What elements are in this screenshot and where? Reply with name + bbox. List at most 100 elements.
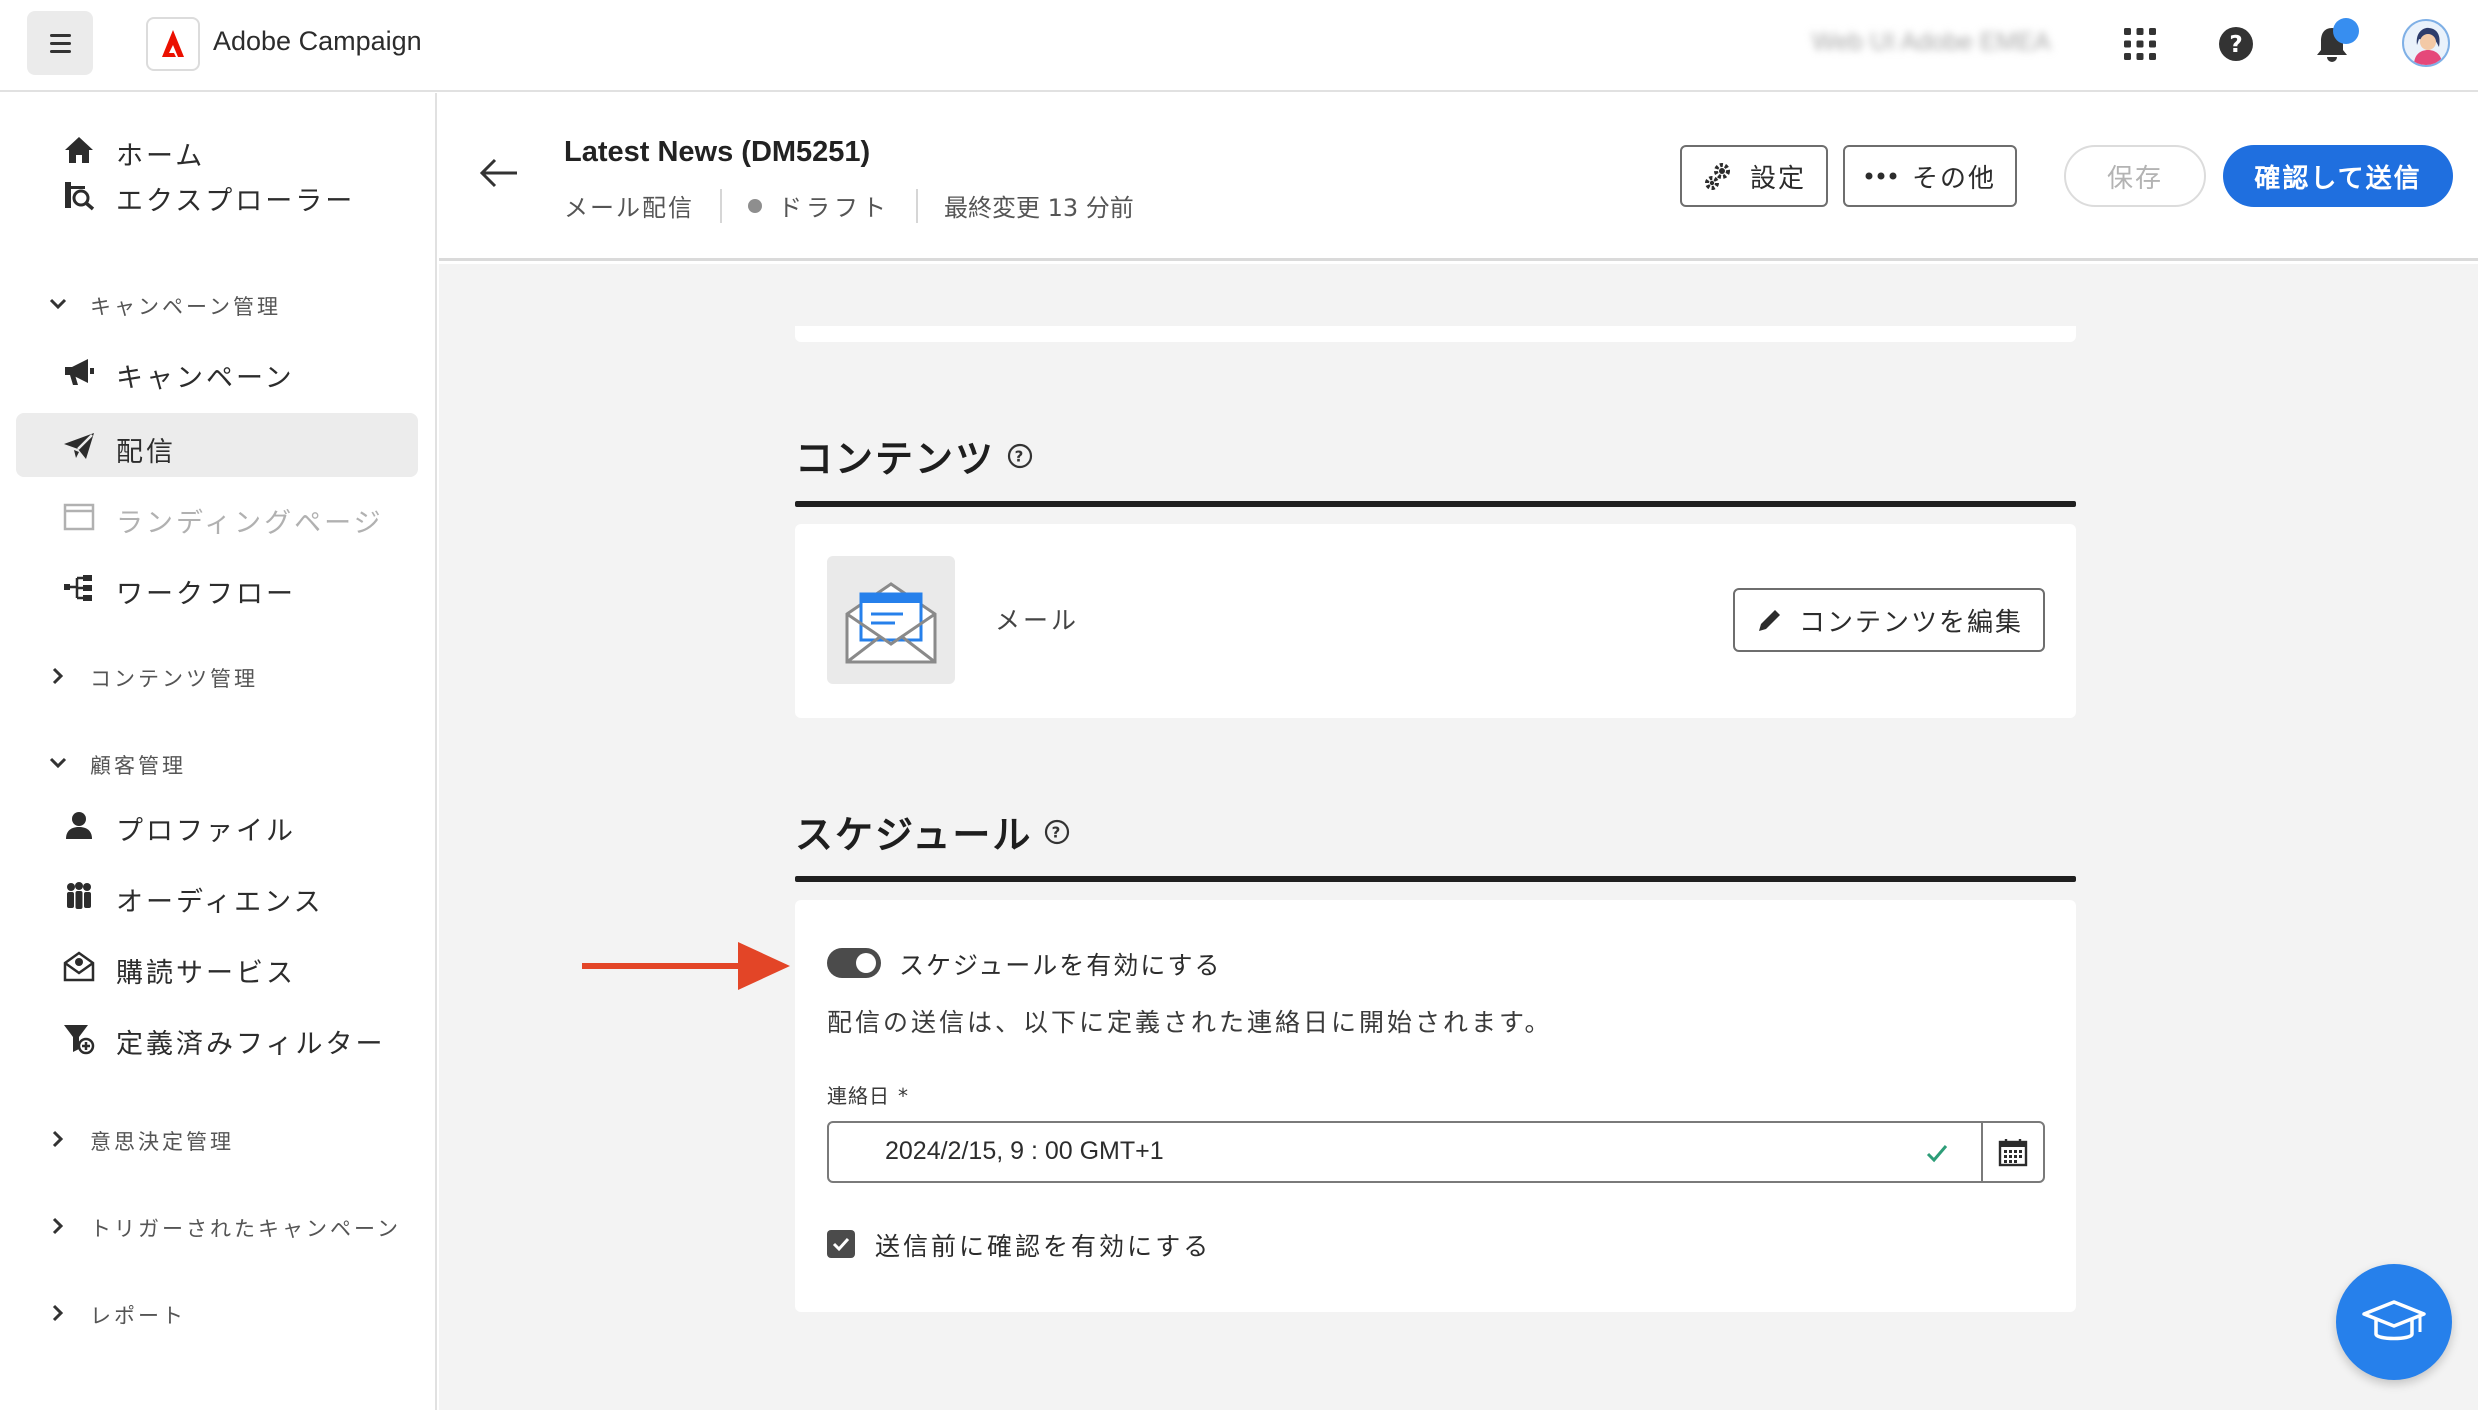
chevron-right-icon — [52, 1130, 64, 1148]
pencil-icon — [1758, 610, 1780, 631]
org-switcher[interactable]: Web UI Adobe EMEA — [1812, 28, 2051, 57]
confirm-before-send-label: 送信前に確認を有効にする — [875, 1232, 1212, 1261]
group-customer-management[interactable]: 顧客管理 — [46, 741, 426, 781]
settings-label: 設定 — [1749, 163, 1806, 194]
group-triggered-campaigns[interactable]: トリガーされたキャンペーン — [46, 1204, 426, 1244]
sidebar-item-label: エクスプローラー — [116, 186, 356, 217]
chevron-right-icon — [52, 1304, 64, 1322]
email-icon — [827, 556, 955, 684]
help-icon[interactable]: ? — [2212, 20, 2260, 68]
edit-content-label: コンテンツを編集 — [1798, 607, 2023, 638]
sidebar-item-label: キャンペーン — [116, 363, 295, 394]
explorer-icon — [65, 182, 95, 211]
notification-badge — [2333, 18, 2359, 44]
more-label: その他 — [1911, 163, 1996, 194]
content-card: メール コンテンツを編集 — [795, 524, 2076, 718]
chevron-down-icon — [49, 757, 67, 769]
user-avatar-icon[interactable] — [2402, 19, 2450, 67]
graduation-cap-icon — [2362, 1300, 2426, 1341]
group-label: トリガーされたキャンペーン — [90, 1217, 401, 1241]
group-content-management[interactable]: コンテンツ管理 — [46, 654, 426, 694]
contact-date-value: 2024/2/15, 9 : 00 GMT+1 — [885, 1137, 1164, 1165]
calendar-icon — [1998, 1139, 2028, 1167]
help-icon[interactable]: ? — [1007, 443, 1033, 469]
hamburger-icon[interactable] — [27, 11, 93, 75]
gears-icon — [1704, 163, 1730, 190]
adobe-logo-icon[interactable] — [146, 17, 200, 71]
schedule-toggle[interactable] — [827, 948, 881, 978]
more-button[interactable]: その他 — [1843, 145, 2017, 207]
send-icon — [64, 433, 94, 459]
settings-button[interactable]: 設定 — [1680, 145, 1828, 207]
group-label: コンテンツ管理 — [90, 667, 258, 691]
delivery-header: Latest News (DM5251) メール配信 ドラフト 最終変更 13 … — [439, 93, 2478, 261]
schedule-toggle-label: スケジュールを有効にする — [899, 951, 1222, 980]
app-grid-icon[interactable] — [2116, 20, 2164, 68]
svg-text:?: ? — [1015, 447, 1026, 465]
learn-button[interactable] — [2336, 1264, 2452, 1380]
chevron-right-icon — [52, 1217, 64, 1235]
sidebar-item-campaign[interactable]: キャンペーン — [16, 339, 418, 403]
checkmark-icon — [1926, 1145, 1948, 1163]
sidebar-item-audience[interactable]: オーディエンス — [16, 863, 418, 927]
calendar-button[interactable] — [1981, 1123, 2043, 1181]
group-reports[interactable]: レポート — [46, 1291, 426, 1331]
check-icon — [832, 1237, 850, 1252]
required-marker: * — [898, 1084, 909, 1108]
divider — [720, 188, 722, 223]
channel-label: メール配信 — [564, 194, 694, 222]
sidebar: ホーム エクスプローラー キャンペーン管理 キャンペーン 配信 ランディングペー… — [0, 93, 437, 1410]
save-button[interactable]: 保存 — [2064, 145, 2206, 207]
annotation-arrow — [582, 942, 790, 990]
sidebar-item-label: 配信 — [116, 437, 176, 468]
contact-date-label-text: 連絡日 — [827, 1084, 890, 1108]
landing-page-icon — [63, 503, 95, 531]
main-content: コンテンツ ? メール コンテンツを編集 スケジュール ? スケジュールを有効に… — [439, 264, 2478, 1410]
sidebar-item-label: ワークフロー — [116, 579, 296, 610]
edit-content-button[interactable]: コンテンツを編集 — [1733, 588, 2045, 652]
channel-type-label: メール — [995, 606, 1080, 635]
content-section-title: コンテンツ ? — [795, 428, 1033, 483]
sidebar-item-label: 定義済みフィルター — [116, 1029, 386, 1060]
filter-icon — [64, 1025, 95, 1055]
contact-date-label: 連絡日 * — [827, 1080, 909, 1109]
review-and-send-button[interactable]: 確認して送信 — [2223, 145, 2453, 207]
group-campaign-management[interactable]: キャンペーン管理 — [46, 282, 426, 322]
profile-icon — [66, 812, 92, 839]
previous-card — [795, 326, 2076, 342]
group-label: 顧客管理 — [90, 754, 186, 778]
schedule-description: 配信の送信は、以下に定義された連絡日に開始されます。 — [827, 1008, 1553, 1037]
schedule-section-title: スケジュール ? — [795, 804, 1070, 859]
section-divider — [795, 876, 2076, 882]
group-label: キャンペーン管理 — [90, 295, 281, 319]
sidebar-item-explorer[interactable]: エクスプローラー — [16, 162, 418, 226]
sidebar-item-subscription[interactable]: 購読サービス — [16, 934, 418, 998]
megaphone-icon — [65, 359, 94, 385]
sidebar-item-label: ランディングページ — [116, 508, 384, 539]
page-title: Latest News (DM5251) — [564, 136, 871, 168]
group-label: レポート — [90, 1304, 186, 1328]
sidebar-item-label: プロファイル — [116, 816, 296, 847]
svg-text:?: ? — [2229, 32, 2242, 58]
confirm-before-send-checkbox[interactable] — [827, 1230, 855, 1258]
sidebar-item-profile[interactable]: プロファイル — [16, 792, 418, 856]
contact-date-input[interactable]: 2024/2/15, 9 : 00 GMT+1 — [827, 1121, 2045, 1183]
back-arrow-icon[interactable] — [477, 153, 521, 193]
group-label: 意思決定管理 — [90, 1130, 234, 1154]
divider — [916, 188, 918, 223]
schedule-card: スケジュールを有効にする 配信の送信は、以下に定義された連絡日に開始されます。 … — [795, 900, 2076, 1312]
status-dot — [748, 198, 762, 213]
chevron-right-icon — [52, 667, 64, 685]
sidebar-item-predefined-filters[interactable]: 定義済みフィルター — [16, 1005, 418, 1069]
help-icon[interactable]: ? — [1044, 819, 1070, 845]
more-icon — [1865, 172, 1897, 180]
workflow-icon — [64, 575, 92, 601]
sidebar-item-workflow[interactable]: ワークフロー — [16, 555, 418, 619]
sidebar-item-landing-page[interactable]: ランディングページ — [16, 484, 418, 548]
group-decision-management[interactable]: 意思決定管理 — [46, 1117, 426, 1157]
top-bar: Adobe Campaign Web UI Adobe EMEA ? — [0, 0, 2478, 92]
audience-icon — [67, 882, 91, 909]
status-badge: ドラフト — [778, 194, 890, 222]
sidebar-item-delivery[interactable]: 配信 — [16, 413, 418, 477]
sidebar-item-label: 購読サービス — [116, 958, 296, 989]
